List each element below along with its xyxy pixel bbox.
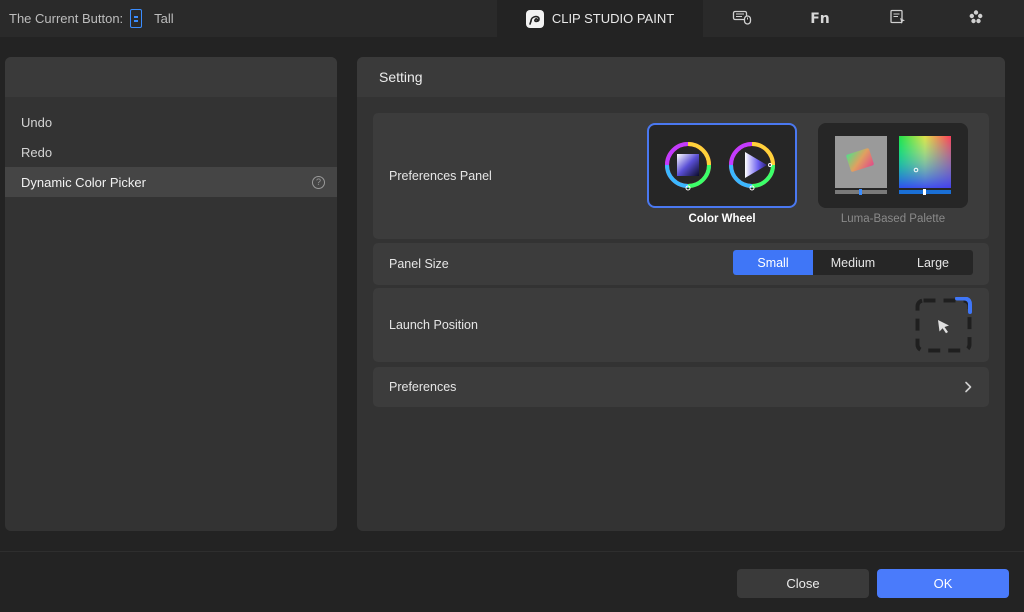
current-button-label: The Current Button:	[9, 11, 124, 26]
function-list-panel: Undo Redo Dynamic Color Picker ?	[5, 57, 337, 531]
clip-studio-logo-icon	[525, 9, 544, 28]
help-circle-icon[interactable]: ?	[312, 175, 325, 189]
tab-keyboard-mouse[interactable]	[703, 0, 781, 37]
function-list: Undo Redo Dynamic Color Picker ?	[5, 97, 337, 197]
panel-size-medium-button[interactable]: Medium	[813, 250, 893, 275]
preferences-panel-row: Preferences Panel Color Wheel Luma-Based…	[373, 113, 989, 239]
flower-icon	[968, 9, 984, 28]
tab-document-pointer[interactable]	[859, 0, 937, 37]
list-item-undo[interactable]: Undo	[5, 107, 337, 137]
setting-panel: Setting Preferences Panel Color Wheel Lu…	[357, 57, 1005, 531]
close-button[interactable]: Close	[737, 569, 869, 598]
list-item-label: Undo	[21, 114, 53, 130]
ok-button[interactable]: OK	[877, 569, 1009, 598]
tall-button-icon	[130, 9, 143, 28]
chevron-right-icon	[963, 367, 973, 407]
panel-size-label: Panel Size	[389, 257, 449, 271]
panel-size-large-button[interactable]: Large	[893, 250, 973, 275]
color-wheel-preview-icon	[665, 142, 775, 191]
preferences-label: Preferences	[389, 380, 457, 394]
current-button-value: Tall	[154, 11, 174, 26]
launch-position-row: Launch Position	[373, 288, 989, 362]
list-item-label: Redo	[21, 144, 53, 160]
fn-icon: Fn	[810, 10, 830, 27]
panel-size-segmented-control: Small Medium Large	[733, 250, 973, 275]
setting-title: Setting	[357, 57, 1005, 97]
list-item-label: Dynamic Color Picker	[21, 174, 146, 190]
app-tabs: CLIP STUDIO PAINT Fn	[497, 0, 1015, 37]
top-bar: The Current Button: Tall CLIP STUDIO PAI…	[0, 0, 1024, 37]
luma-palette-preview-icon	[835, 136, 951, 195]
color-wheel-label: Color Wheel	[688, 213, 756, 225]
tab-flower[interactable]	[937, 0, 1015, 37]
keyboard-mouse-icon	[732, 9, 752, 28]
tab-clip-studio-paint-label: CLIP STUDIO PAINT	[551, 11, 675, 26]
function-list-header	[5, 57, 337, 97]
tab-fn[interactable]: Fn	[781, 0, 859, 37]
tab-clip-studio-paint[interactable]: CLIP STUDIO PAINT	[497, 0, 703, 37]
preferences-panel-label: Preferences Panel	[389, 169, 492, 183]
list-item-dynamic-color-picker[interactable]: Dynamic Color Picker ?	[5, 167, 337, 197]
luma-based-palette-label: Luma-Based Palette	[840, 213, 946, 225]
document-pointer-icon	[889, 9, 907, 28]
footer-divider	[0, 551, 1024, 552]
panel-size-small-button[interactable]: Small	[733, 250, 813, 275]
list-item-redo[interactable]: Redo	[5, 137, 337, 167]
luma-based-palette-option[interactable]	[818, 123, 968, 208]
launch-position-icon[interactable]	[915, 296, 972, 354]
preferences-row[interactable]: Preferences	[373, 367, 989, 407]
current-button-indicator: The Current Button: Tall	[9, 0, 174, 37]
launch-position-label: Launch Position	[389, 318, 478, 332]
color-wheel-option[interactable]	[647, 123, 797, 208]
panel-size-row: Panel Size Small Medium Large	[373, 243, 989, 285]
